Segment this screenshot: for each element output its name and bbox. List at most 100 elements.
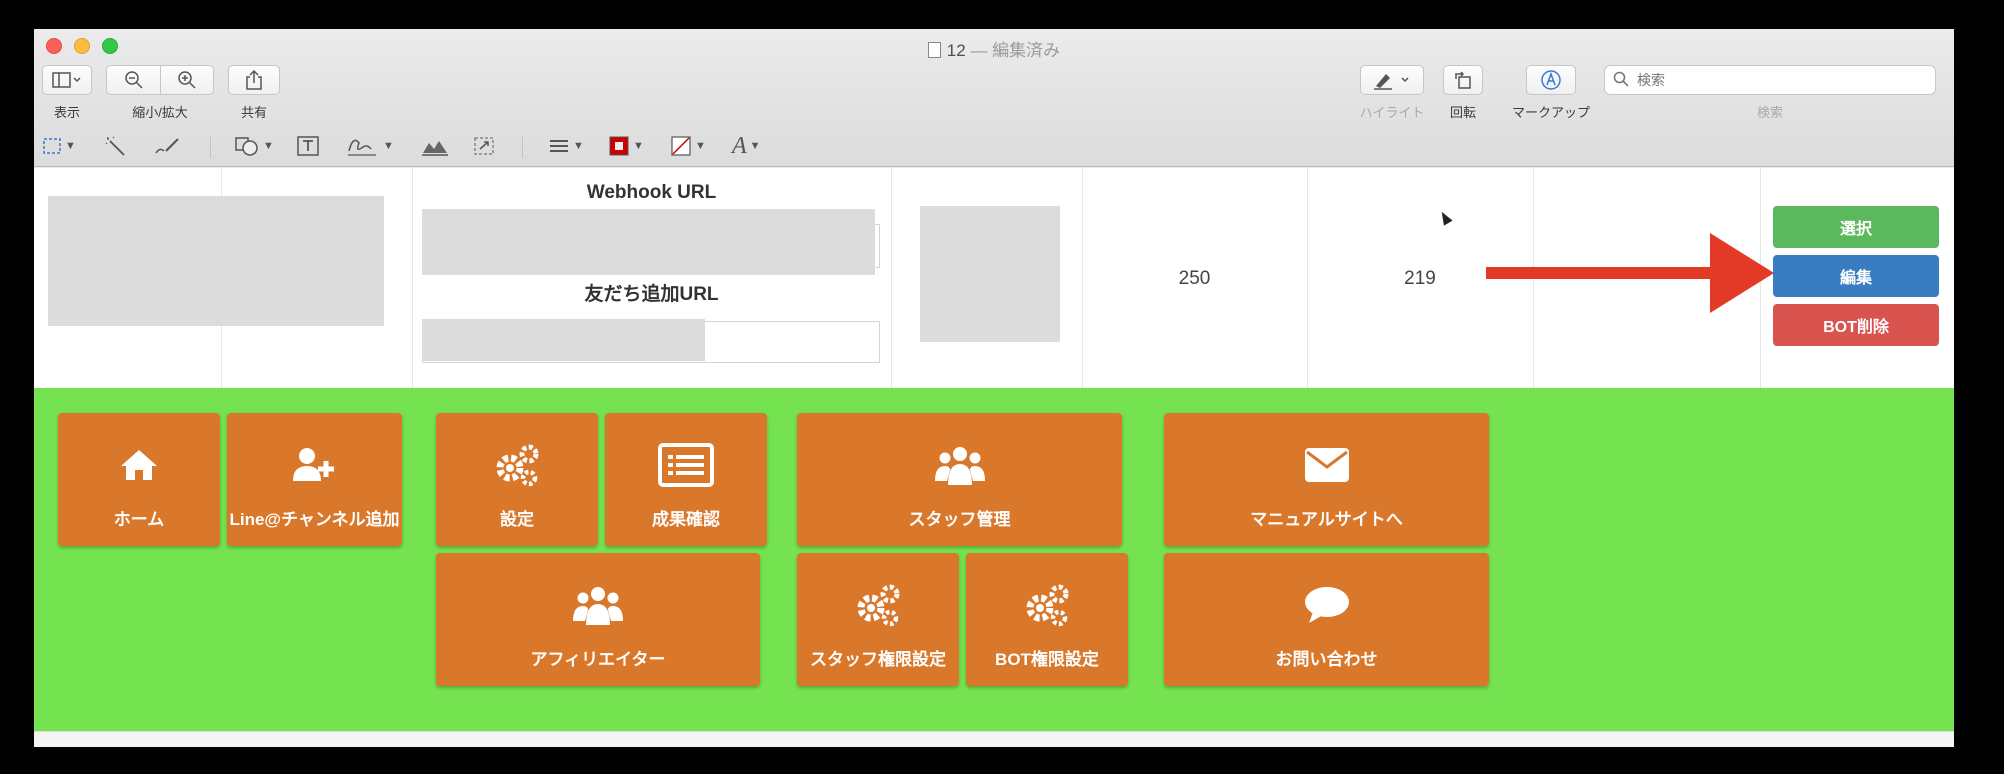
search-label: 検索 [1756, 105, 1783, 120]
rotate-button[interactable] [1443, 65, 1483, 95]
tile-contact[interactable]: お問い合わせ [1164, 553, 1489, 686]
tile-bot-permissions[interactable]: BOT権限設定 [966, 553, 1128, 686]
search-input[interactable] [1637, 70, 1927, 90]
share-label: 共有 [240, 105, 267, 120]
tile-label: ホーム [113, 510, 165, 529]
sketch-tool[interactable] [152, 132, 182, 160]
resize-icon [474, 137, 494, 155]
envelope-icon [1304, 443, 1350, 487]
fill-color-icon [671, 136, 691, 156]
gears-icon [1023, 583, 1071, 627]
tile-label: マニュアルサイトへ [1250, 510, 1403, 529]
document-canvas: Webhook URL 友だち追加URL 250 219 選択 編集 BOT削除 [34, 168, 1954, 747]
tile-staff-permissions[interactable]: スタッフ権限設定 [797, 553, 959, 686]
zoom-in-button[interactable] [160, 66, 213, 94]
line-style-icon [550, 140, 568, 152]
signature-icon [348, 139, 376, 156]
rotate-label: 回転 [1449, 105, 1476, 120]
zoom-label: 縮小/拡大 [132, 105, 188, 120]
sidebar-icon [52, 72, 81, 88]
tile-line-channel-add[interactable]: Line@チャンネル追加 [227, 413, 402, 546]
tile-label: スタッフ管理 [908, 510, 1011, 529]
adjust-color-icon [422, 141, 448, 156]
adjust-color-tool[interactable] [420, 132, 450, 160]
add-user-icon [290, 443, 340, 487]
bot-table-row: Webhook URL 友だち追加URL 250 219 選択 編集 BOT削除 [34, 168, 1954, 388]
redacted-friend-url [422, 319, 705, 361]
markup-separator-2 [522, 136, 523, 158]
search-icon [1613, 71, 1629, 92]
view-button[interactable] [42, 65, 92, 95]
document-icon [927, 42, 941, 58]
highlight-button[interactable] [1360, 65, 1424, 95]
list-icon [658, 443, 714, 487]
shape-style-tool[interactable]: ▼ [548, 132, 584, 160]
share-button[interactable] [228, 65, 280, 95]
title-bar: 12 — 編集済み 表示 縮小/拡大 共有 ハイライト 回転 マークアップ 検索… [34, 29, 1954, 167]
highlighter-icon [1374, 74, 1409, 90]
column-divider [891, 168, 892, 388]
webhook-url-heading: Webhook URL [586, 182, 717, 203]
zoom-in-icon [178, 71, 196, 89]
sign-tool[interactable]: ▼ [346, 132, 394, 160]
search-field[interactable] [1604, 65, 1936, 95]
markup-separator [210, 136, 211, 158]
edit-button[interactable]: 編集 [1773, 255, 1939, 297]
markup-toolbar: ▼ ▼ ▼ ▼ ▼ ▼ A ▼ [34, 126, 1954, 166]
tile-manual-site[interactable]: マニュアルサイトへ [1164, 413, 1489, 546]
friend-url-heading: 友だち追加URL [584, 284, 719, 305]
selection-tool[interactable]: ▼ [42, 132, 76, 160]
tile-home[interactable]: ホーム [58, 413, 220, 546]
tile-settings[interactable]: 設定 [436, 413, 598, 546]
tile-results[interactable]: 成果確認 [605, 413, 767, 546]
tile-label: 成果確認 [652, 510, 720, 529]
rect-selection-icon [43, 138, 61, 154]
gears-icon [493, 443, 541, 487]
tile-label: 設定 [500, 510, 534, 529]
window-title: 12 — 編集済み [34, 36, 1954, 61]
window-title-name: 12 [946, 41, 966, 60]
gears-icon [854, 583, 902, 627]
column-divider [412, 168, 413, 388]
count-value-1: 250 [1178, 268, 1211, 289]
text-box-icon [297, 136, 319, 156]
redacted-qr-code [920, 206, 1060, 342]
text-tool[interactable] [296, 132, 320, 160]
zoom-control [106, 65, 214, 95]
fill-color-tool[interactable]: ▼ [670, 132, 706, 160]
markup-label: マークアップ [1511, 105, 1590, 120]
redacted-bot-name [48, 196, 384, 326]
chat-icon [1303, 583, 1351, 627]
tile-label: BOT権限設定 [995, 650, 1099, 669]
users-icon [572, 583, 624, 627]
page-bottom-edge [34, 731, 1954, 747]
tile-staff-management[interactable]: スタッフ管理 [797, 413, 1122, 546]
tile-label: お問い合わせ [1275, 650, 1378, 669]
tile-label: Line@チャンネル追加 [229, 510, 400, 529]
text-style-icon: A [732, 132, 747, 159]
red-arrow-annotation [1486, 233, 1774, 313]
instant-alpha-tool[interactable] [104, 132, 128, 160]
users-icon [934, 443, 986, 487]
preview-window: 12 — 編集済み 表示 縮小/拡大 共有 ハイライト 回転 マークアップ 検索… [34, 29, 1954, 747]
select-button[interactable]: 選択 [1773, 206, 1939, 248]
tile-affiliator[interactable]: アフィリエイター [436, 553, 760, 686]
markup-button[interactable] [1526, 65, 1576, 95]
window-title-status: — 編集済み [970, 41, 1061, 60]
share-icon [246, 69, 262, 90]
home-icon [119, 443, 159, 487]
border-color-icon [609, 136, 629, 156]
magic-wand-icon [105, 136, 125, 156]
highlight-label: ハイライト [1359, 105, 1425, 120]
markup-icon [1541, 70, 1561, 90]
delete-bot-button[interactable]: BOT削除 [1773, 304, 1939, 346]
zoom-out-icon [124, 71, 143, 89]
adjust-size-tool[interactable] [472, 132, 496, 160]
tile-label: アフィリエイター [530, 650, 666, 669]
text-style-tool[interactable]: A ▼ [732, 132, 761, 160]
zoom-out-button[interactable] [107, 66, 160, 94]
redacted-webhook-url [422, 209, 875, 275]
shapes-tool[interactable]: ▼ [234, 132, 274, 160]
border-color-tool[interactable]: ▼ [608, 132, 644, 160]
view-label: 表示 [53, 105, 80, 120]
